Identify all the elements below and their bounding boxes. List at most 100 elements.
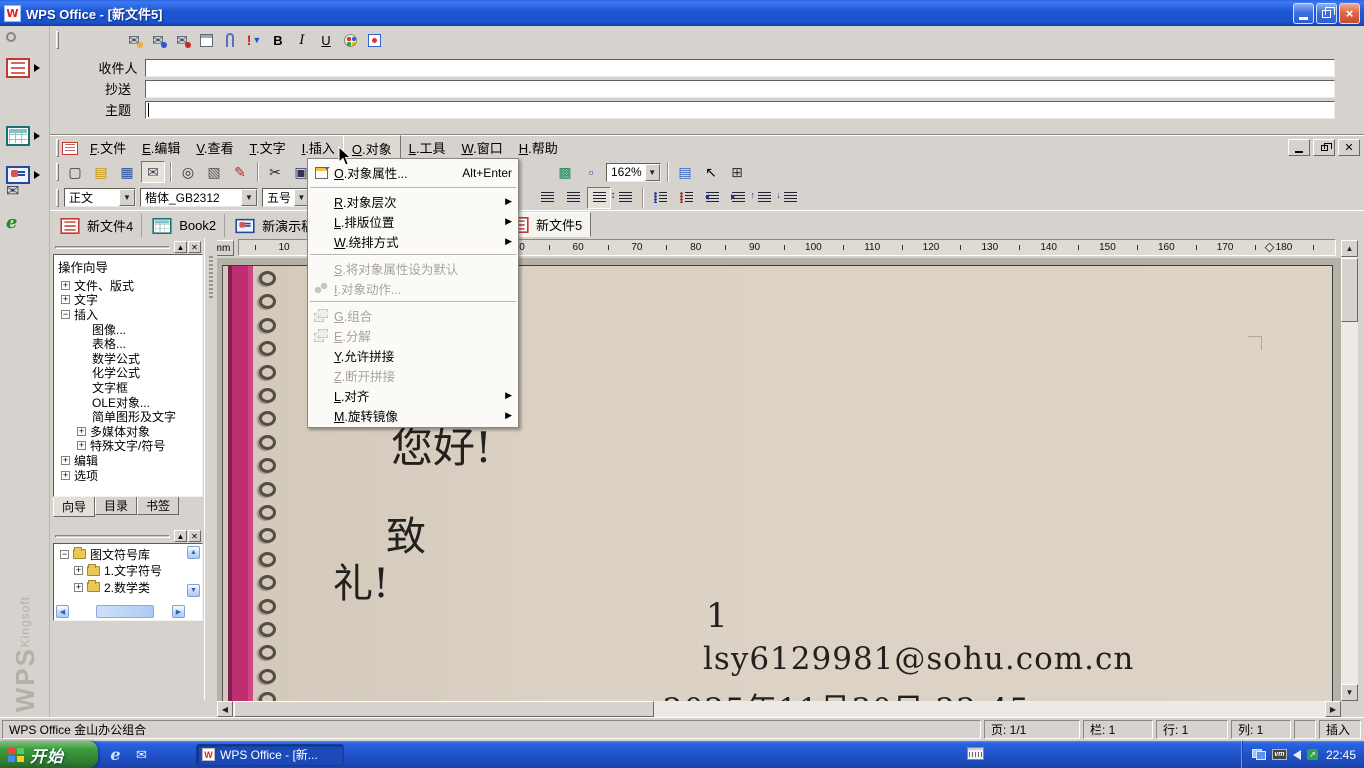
mail-field-input[interactable] bbox=[145, 58, 1335, 77]
increase-indent-button[interactable] bbox=[726, 187, 750, 209]
guide-tree-item[interactable]: 数学公式 bbox=[56, 351, 202, 366]
insert-image-button[interactable]: ▩ bbox=[553, 161, 577, 183]
mail-field-input[interactable] bbox=[145, 100, 1335, 119]
writer-launcher[interactable] bbox=[6, 58, 40, 78]
zoom-combo[interactable]: 162% ▼ bbox=[606, 162, 661, 182]
scroll-down-icon[interactable]: ▼ bbox=[187, 584, 200, 597]
spreadsheet-launcher[interactable] bbox=[6, 126, 40, 146]
chevron-down-icon[interactable]: ▼ bbox=[119, 189, 135, 206]
vertical-scrollbar[interactable]: ▲ ▼ bbox=[1341, 240, 1358, 701]
collapse-icon[interactable]: − bbox=[61, 309, 70, 319]
guide-tree-item[interactable]: 简单图形及文字 bbox=[56, 409, 202, 424]
panel-slider[interactable] bbox=[55, 245, 170, 249]
symbol-tree-item[interactable]: +2.数学类 bbox=[56, 579, 184, 596]
minimize-button[interactable] bbox=[1293, 3, 1314, 24]
symbol-tree-item[interactable]: − 图文符号库 bbox=[56, 546, 184, 563]
justify-button[interactable] bbox=[587, 186, 611, 209]
expand-icon[interactable]: + bbox=[61, 470, 70, 480]
restore-button[interactable] bbox=[1316, 3, 1337, 24]
attachment-button[interactable] bbox=[219, 30, 241, 50]
task-button[interactable]: W WPS Office - [新... bbox=[196, 743, 344, 766]
print-button[interactable]: ▧ bbox=[202, 161, 226, 183]
outlook-icon[interactable]: ✉ bbox=[133, 746, 150, 763]
expand-icon[interactable]: + bbox=[61, 455, 70, 465]
object-properties-button[interactable]: ▤ bbox=[673, 161, 697, 183]
expand-icon[interactable]: + bbox=[77, 426, 86, 436]
guide-tree-item[interactable]: + 特殊文字/符号 bbox=[56, 439, 202, 453]
symbol-tree-item[interactable]: +1.文字符号 bbox=[56, 563, 184, 580]
guide-tree-item[interactable]: + 文字 bbox=[56, 293, 202, 307]
priority-high-button[interactable]: ! ▼ bbox=[243, 30, 265, 50]
scroll-up-icon[interactable]: ▲ bbox=[1341, 240, 1358, 257]
select-object-button[interactable]: ↖ bbox=[699, 161, 723, 183]
expand-icon[interactable]: + bbox=[74, 566, 83, 576]
guide-tree-item[interactable]: + 选项 bbox=[56, 468, 202, 483]
guide-tree-item[interactable]: 文字框 bbox=[56, 380, 202, 395]
panel-tab-向导[interactable]: 向导 bbox=[53, 497, 96, 517]
scrollbar-thumb[interactable] bbox=[234, 701, 654, 717]
guide-tree-item[interactable]: 表格... bbox=[56, 336, 202, 351]
scroll-right-icon[interactable]: ▶ bbox=[1325, 701, 1341, 717]
guide-tree-item[interactable]: 化学公式 bbox=[56, 366, 202, 380]
expand-icon[interactable]: + bbox=[77, 441, 86, 451]
italic-button[interactable]: I bbox=[291, 30, 313, 50]
cut-button[interactable]: ✂ bbox=[263, 161, 287, 183]
menu-t-文字[interactable]: T.文字 bbox=[242, 135, 294, 162]
toolbar-grip[interactable] bbox=[56, 163, 59, 181]
guide-tree-item[interactable]: + 多媒体对象 bbox=[56, 424, 202, 439]
ie-icon[interactable]: e bbox=[107, 745, 124, 764]
browser-launcher[interactable]: e bbox=[6, 214, 17, 232]
chevron-down-icon[interactable]: ▼ bbox=[241, 189, 257, 206]
numbering-button[interactable] bbox=[674, 187, 698, 209]
scroll-left-icon[interactable]: ◀ bbox=[56, 605, 69, 618]
open-button[interactable]: ▤ bbox=[89, 161, 113, 183]
line-spacing-button[interactable] bbox=[611, 187, 637, 209]
menubar-grip[interactable] bbox=[56, 139, 59, 157]
scroll-down-icon[interactable]: ▼ bbox=[1341, 684, 1358, 701]
panel-slider[interactable] bbox=[55, 534, 170, 538]
network-icon[interactable] bbox=[1251, 749, 1266, 760]
insert-frame-button[interactable]: ▫ bbox=[579, 161, 603, 183]
pin-launcher[interactable] bbox=[6, 32, 16, 42]
guide-tree-item[interactable]: − 插入 bbox=[56, 307, 202, 322]
collapse-icon[interactable]: − bbox=[60, 549, 69, 559]
expand-arrow-icon[interactable] bbox=[34, 132, 40, 140]
space-before-button[interactable] bbox=[751, 187, 776, 209]
close-panel-icon[interactable]: ✕ bbox=[188, 530, 201, 542]
table-select-button[interactable]: ⊞ bbox=[725, 161, 749, 183]
stationery-button[interactable] bbox=[363, 30, 385, 50]
size-combo[interactable]: 五号 ▼ bbox=[262, 188, 310, 207]
indent-marker[interactable] bbox=[1264, 242, 1275, 253]
new-mail-button[interactable]: ✉ bbox=[123, 30, 145, 50]
scroll-right-icon[interactable]: ▶ bbox=[172, 605, 185, 618]
document-tab-新文件4[interactable]: 新文件4 bbox=[50, 214, 143, 237]
menu-f-文件[interactable]: F.文件 bbox=[82, 135, 134, 162]
bold-button[interactable]: B bbox=[267, 30, 289, 50]
doc-minimize-button[interactable] bbox=[1288, 139, 1310, 156]
updater-icon[interactable]: ↗ bbox=[1306, 749, 1318, 760]
chevron-down-icon[interactable]: ▼ bbox=[644, 163, 660, 181]
menu-item-绕排方式[interactable]: W.绕排方式 ▶ bbox=[308, 231, 518, 251]
start-button[interactable]: 开始 bbox=[0, 741, 98, 768]
send-receive-button[interactable]: ✉ bbox=[147, 30, 169, 50]
expand-icon[interactable]: + bbox=[74, 582, 83, 592]
spellcheck-button[interactable]: ✎ bbox=[228, 161, 252, 183]
font-color-button[interactable] bbox=[339, 30, 361, 50]
scrollbar-thumb[interactable] bbox=[96, 605, 154, 618]
document-tab-Book2[interactable]: Book2 bbox=[142, 214, 226, 237]
doc-close-button[interactable]: ✕ bbox=[1338, 139, 1360, 156]
guide-tree-item[interactable]: OLE对象... bbox=[56, 395, 202, 410]
close-panel-icon[interactable]: ✕ bbox=[188, 241, 201, 253]
panel-tab-目录[interactable]: 目录 bbox=[95, 497, 138, 515]
menu-item-排版位置[interactable]: L.排版位置 ▶ bbox=[308, 211, 518, 231]
scroll-left-icon[interactable]: ◀ bbox=[217, 701, 233, 717]
underline-button[interactable]: U bbox=[315, 30, 337, 50]
presentation-launcher[interactable] bbox=[6, 166, 40, 184]
guide-tree-item[interactable]: + 编辑 bbox=[56, 453, 202, 468]
scroll-up-icon[interactable]: ▲ bbox=[187, 546, 200, 559]
collapse-icon[interactable]: ▲ bbox=[174, 241, 187, 253]
menu-v-查看[interactable]: V.查看 bbox=[188, 135, 241, 162]
menu-item-旋转镜像[interactable]: M.旋转镜像 ▶ bbox=[308, 405, 518, 425]
panel-tab-书签[interactable]: 书签 bbox=[137, 497, 180, 515]
guide-tree-item[interactable]: 图像... bbox=[56, 322, 202, 337]
